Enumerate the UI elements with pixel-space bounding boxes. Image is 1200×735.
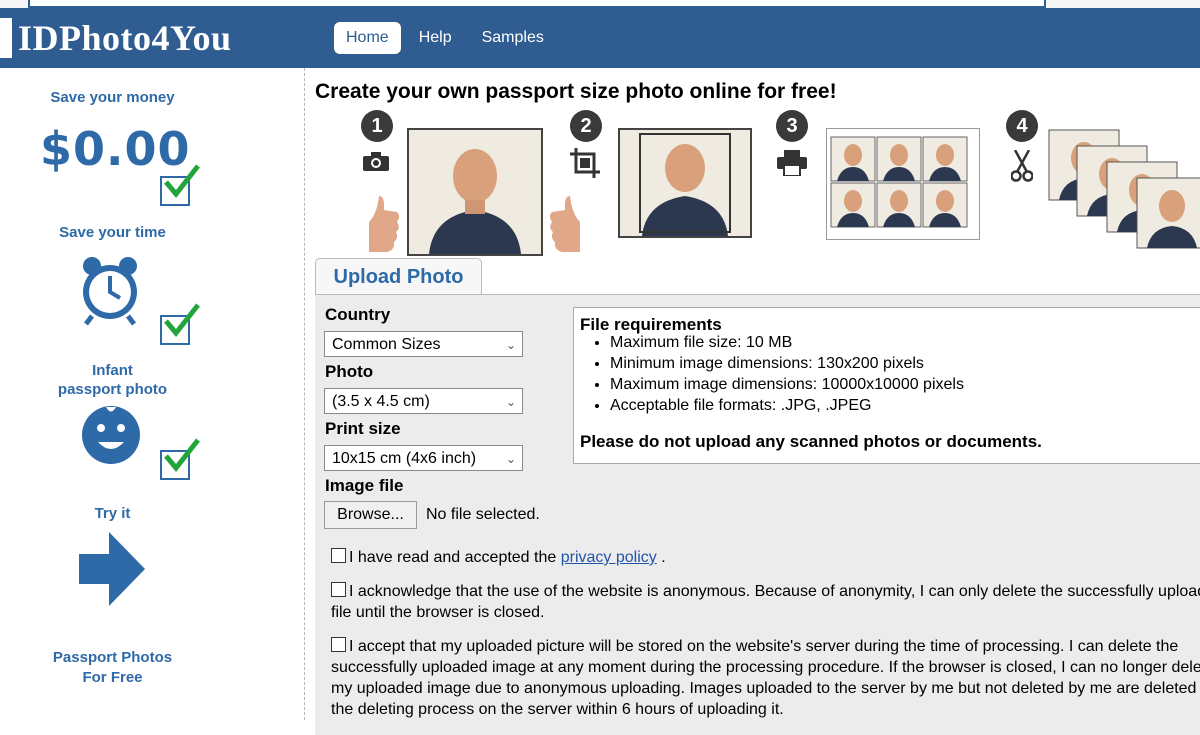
page-title: Create your own passport size photo onli… <box>315 80 837 103</box>
nav-home[interactable]: Home <box>334 22 401 54</box>
print-size-select[interactable]: 10x15 cm (4x6 inch) ⌄ <box>324 445 523 471</box>
chevron-down-icon: ⌄ <box>505 452 516 466</box>
requirement-item: Maximum image dimensions: 10000x10000 pi… <box>610 374 964 395</box>
check-icon <box>160 164 200 206</box>
anonymity-agreement: I acknowledge that the use of the websit… <box>331 581 1200 623</box>
file-status: No file selected. <box>426 506 540 523</box>
cut-photos-stack <box>1048 129 1200 249</box>
requirement-item: Acceptable file formats: .JPG, .JPEG <box>610 395 964 416</box>
upload-panel: Country Common Sizes ⌄ Photo (3.5 x 4.5 c… <box>315 294 1200 735</box>
logo-mark-icon <box>0 18 12 58</box>
logo-text: IDPhoto4You <box>18 18 232 58</box>
agreement-text: I acknowledge that the use of the websit… <box>331 583 1200 621</box>
agreement-text: I have read and accepted the <box>349 549 561 566</box>
print-select-value: 10x15 cm (4x6 inch) <box>332 450 477 467</box>
nav-help[interactable]: Help <box>407 22 464 54</box>
storage-checkbox[interactable] <box>331 637 346 652</box>
country-select-value: Common Sizes <box>332 336 441 353</box>
arrow-right-icon[interactable] <box>79 532 145 606</box>
agreement-text: . <box>656 549 666 566</box>
country-select[interactable]: Common Sizes ⌄ <box>324 331 523 357</box>
thumbs-up-icon <box>550 196 580 252</box>
photo-size-select[interactable]: (3.5 x 4.5 cm) ⌄ <box>324 388 523 414</box>
camera-icon <box>363 152 389 171</box>
printer-icon <box>777 150 807 176</box>
privacy-policy-link[interactable]: privacy policy <box>561 549 657 566</box>
browse-button[interactable]: Browse... <box>324 501 417 529</box>
cropped-photo <box>618 128 752 238</box>
requirements-list: Maximum file size: 10 MB Minimum image d… <box>594 332 964 416</box>
step-1-badge: 1 <box>361 110 393 142</box>
chevron-down-icon: ⌄ <box>505 338 516 352</box>
storage-agreement: I accept that my uploaded picture will b… <box>331 636 1200 720</box>
sidebar: Save your money $0.00 Save your time Inf… <box>0 68 225 720</box>
nav-samples[interactable]: Samples <box>470 22 556 54</box>
chevron-down-icon: ⌄ <box>505 395 516 409</box>
step-3-badge: 3 <box>776 110 808 142</box>
check-icon <box>160 303 200 345</box>
step-4-badge: 4 <box>1006 110 1038 142</box>
step-2-badge: 2 <box>570 110 602 142</box>
footer-label: Passport Photos For Free <box>52 649 173 686</box>
file-requirements-box: File requirements Maximum file size: 10 … <box>573 307 1200 464</box>
alarm-clock-icon <box>83 257 137 326</box>
check-icon <box>160 438 200 480</box>
main-nav: Home Help Samples <box>334 21 562 55</box>
browser-top-strip <box>0 0 1200 8</box>
tab-upload-photo[interactable]: Upload Photo <box>315 258 482 296</box>
print-sheet <box>826 128 980 240</box>
address-area <box>28 0 1046 8</box>
save-time-label: Save your time <box>59 224 166 241</box>
agreement-text: I accept that my uploaded picture will b… <box>331 638 1200 718</box>
portrait-photo <box>407 128 543 256</box>
header-navbar: IDPhoto4You Home Help Samples <box>0 8 1200 68</box>
photo-select-value: (3.5 x 4.5 cm) <box>332 393 430 410</box>
infant-photo-label: Infant passport photo <box>57 362 168 398</box>
privacy-agreement: I have read and accepted the privacy pol… <box>331 547 1200 568</box>
scissors-icon <box>1011 150 1033 182</box>
main-content: Create your own passport size photo onli… <box>305 68 1200 735</box>
privacy-checkbox[interactable] <box>331 548 346 563</box>
save-money-label: Save your money <box>50 89 175 106</box>
image-file-label: Image file <box>325 476 404 495</box>
thumbs-up-icon <box>369 196 399 252</box>
scan-warning: Please do not upload any scanned photos … <box>580 432 1042 451</box>
requirement-item: Maximum file size: 10 MB <box>610 332 964 353</box>
photo-label: Photo <box>325 362 374 381</box>
country-label: Country <box>325 305 391 324</box>
try-it-label: Try it <box>94 505 131 522</box>
requirement-item: Minimum image dimensions: 130x200 pixels <box>610 353 964 374</box>
anonymity-checkbox[interactable] <box>331 582 346 597</box>
crop-icon <box>570 148 600 178</box>
baby-face-icon <box>82 406 140 464</box>
site-logo[interactable]: IDPhoto4You <box>0 18 232 58</box>
print-size-label: Print size <box>325 419 401 438</box>
